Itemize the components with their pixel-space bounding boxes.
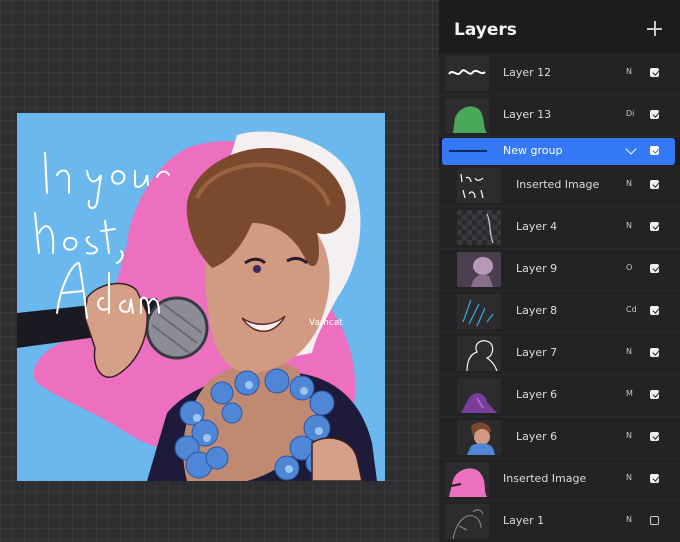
layer-name: Layer 13 (503, 108, 552, 121)
layer-name: Layer 4 (516, 220, 558, 233)
layer-name: Layer 6 (516, 430, 558, 443)
layer-visibility-checkbox[interactable] (650, 68, 659, 77)
layer-visibility-checkbox[interactable] (650, 474, 659, 483)
layer-visibility-checkbox[interactable] (650, 180, 659, 189)
layer-name: New group (503, 144, 563, 157)
layer-name: Inserted Image (516, 178, 600, 191)
layer-row[interactable]: Layer 6 M (439, 375, 680, 417)
add-layer-button[interactable] (644, 18, 666, 40)
layer-visibility-checkbox[interactable] (650, 390, 659, 399)
layer-thumbnail (445, 98, 489, 133)
layer-name: Layer 7 (516, 346, 558, 359)
layer-row[interactable]: Layer 6 N (439, 417, 680, 459)
layer-row[interactable]: Inserted Image N (439, 165, 680, 207)
blend-mode-button[interactable]: N (626, 347, 632, 356)
blend-mode-button[interactable]: M (626, 389, 633, 398)
layer-name: Layer 9 (516, 262, 558, 275)
layer-row[interactable]: Layer 4 N (439, 207, 680, 249)
layer-visibility-checkbox[interactable] (650, 432, 659, 441)
layer-row[interactable]: Layer 8 Cd (439, 291, 680, 333)
artwork-canvas[interactable]: Vamcat (17, 113, 385, 481)
blend-mode-button[interactable]: N (626, 515, 632, 524)
layer-name: Layer 12 (503, 66, 552, 79)
layer-name: Layer 8 (516, 304, 558, 317)
layer-row[interactable]: Inserted Image N (439, 459, 680, 501)
layer-row[interactable]: Layer 9 O (439, 249, 680, 291)
blend-mode-button[interactable]: N (626, 221, 632, 230)
blend-mode-button[interactable]: N (626, 473, 632, 482)
layer-thumbnail (445, 56, 489, 91)
layer-thumbnail (457, 336, 501, 371)
layer-thumbnail (445, 504, 489, 539)
layer-visibility-checkbox[interactable] (650, 222, 659, 231)
blend-mode-button[interactable]: Cd (626, 305, 637, 314)
layers-panel: Layers Layer 12 N Layer 13 Di New group … (439, 0, 680, 542)
blend-mode-button[interactable]: N (626, 67, 632, 76)
blend-mode-button[interactable]: N (626, 431, 632, 440)
layer-thumbnail (457, 168, 501, 203)
layer-thumbnail (457, 420, 501, 455)
blend-mode-button[interactable]: Di (626, 109, 634, 118)
artwork-signature: Vamcat (309, 318, 343, 328)
layer-visibility-checkbox[interactable] (650, 264, 659, 273)
layer-visibility-checkbox[interactable] (650, 146, 659, 155)
layer-name: Layer 1 (503, 514, 545, 527)
layer-row[interactable]: Layer 12 N (439, 53, 680, 95)
layer-row[interactable]: Layer 13 Di (439, 95, 680, 137)
layer-visibility-checkbox[interactable] (650, 516, 659, 525)
chevron-down-icon[interactable] (625, 143, 637, 155)
group-thumbnail (449, 150, 487, 152)
layer-thumbnail (457, 378, 501, 413)
layer-thumbnail (445, 462, 489, 497)
layer-row[interactable]: Layer 7 N (439, 333, 680, 375)
layer-visibility-checkbox[interactable] (650, 348, 659, 357)
layer-name: Inserted Image (503, 472, 587, 485)
blend-mode-button[interactable]: O (626, 263, 632, 272)
layer-visibility-checkbox[interactable] (650, 306, 659, 315)
panel-title: Layers (454, 20, 517, 40)
layer-group-row[interactable]: New group (442, 138, 675, 165)
layer-row[interactable]: Layer 1 N (439, 501, 680, 542)
blend-mode-button[interactable]: N (626, 179, 632, 188)
layer-thumbnail (457, 294, 501, 329)
layer-thumbnail (457, 210, 501, 245)
layer-name: Layer 6 (516, 388, 558, 401)
artwork-illustration: Vamcat (17, 113, 385, 481)
layer-thumbnail (457, 252, 501, 287)
layer-visibility-checkbox[interactable] (650, 110, 659, 119)
layers-panel-header: Layers (439, 0, 680, 58)
